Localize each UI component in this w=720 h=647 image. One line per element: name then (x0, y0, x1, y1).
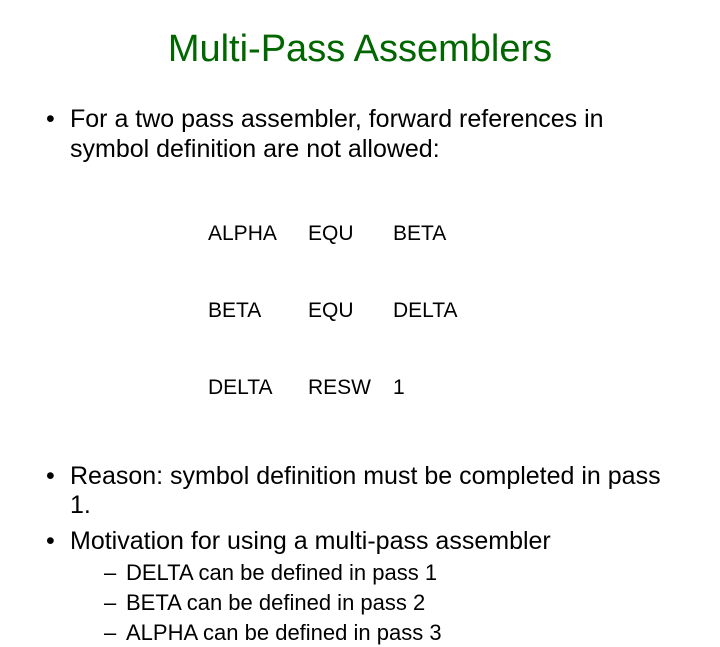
code-line: BETAEQUDELTA (208, 298, 680, 324)
slide-title: Multi-Pass Assemblers (40, 28, 680, 71)
sub-bullet-item: BETA can be defined in pass 2 (104, 588, 680, 618)
bullet-text: Motivation for using a multi-pass assemb… (70, 527, 551, 555)
code-line: ALPHAEQUBETA (208, 221, 680, 247)
code-operand: 1 (393, 375, 405, 401)
slide: Multi-Pass Assemblers For a two pass ass… (0, 0, 720, 540)
code-line: DELTARESW1 (208, 375, 680, 401)
code-op: RESW (308, 375, 393, 401)
sub-bullet-item: DELTA can be defined in pass 1 (104, 558, 680, 588)
bullet-list: For a two pass assembler, forward refere… (40, 105, 680, 164)
sub-bullet-item: ALPHA can be defined in pass 3 (104, 618, 680, 647)
code-label: ALPHA (208, 221, 308, 247)
bullet-item: Reason: symbol definition must be comple… (40, 462, 680, 521)
code-operand: DELTA (393, 298, 458, 324)
code-block: ALPHAEQUBETA BETAEQUDELTA DELTARESW1 (208, 170, 680, 452)
code-label: BETA (208, 298, 308, 324)
sub-bullet-list: DELTA can be defined in pass 1 BETA can … (104, 558, 680, 647)
code-op: EQU (308, 298, 393, 324)
code-operand: BETA (393, 221, 446, 247)
bullet-item: For a two pass assembler, forward refere… (40, 105, 680, 164)
code-op: EQU (308, 221, 393, 247)
bullet-list: Reason: symbol definition must be comple… (40, 462, 680, 647)
bullet-item: Motivation for using a multi-pass assemb… (40, 527, 680, 647)
code-label: DELTA (208, 375, 308, 401)
